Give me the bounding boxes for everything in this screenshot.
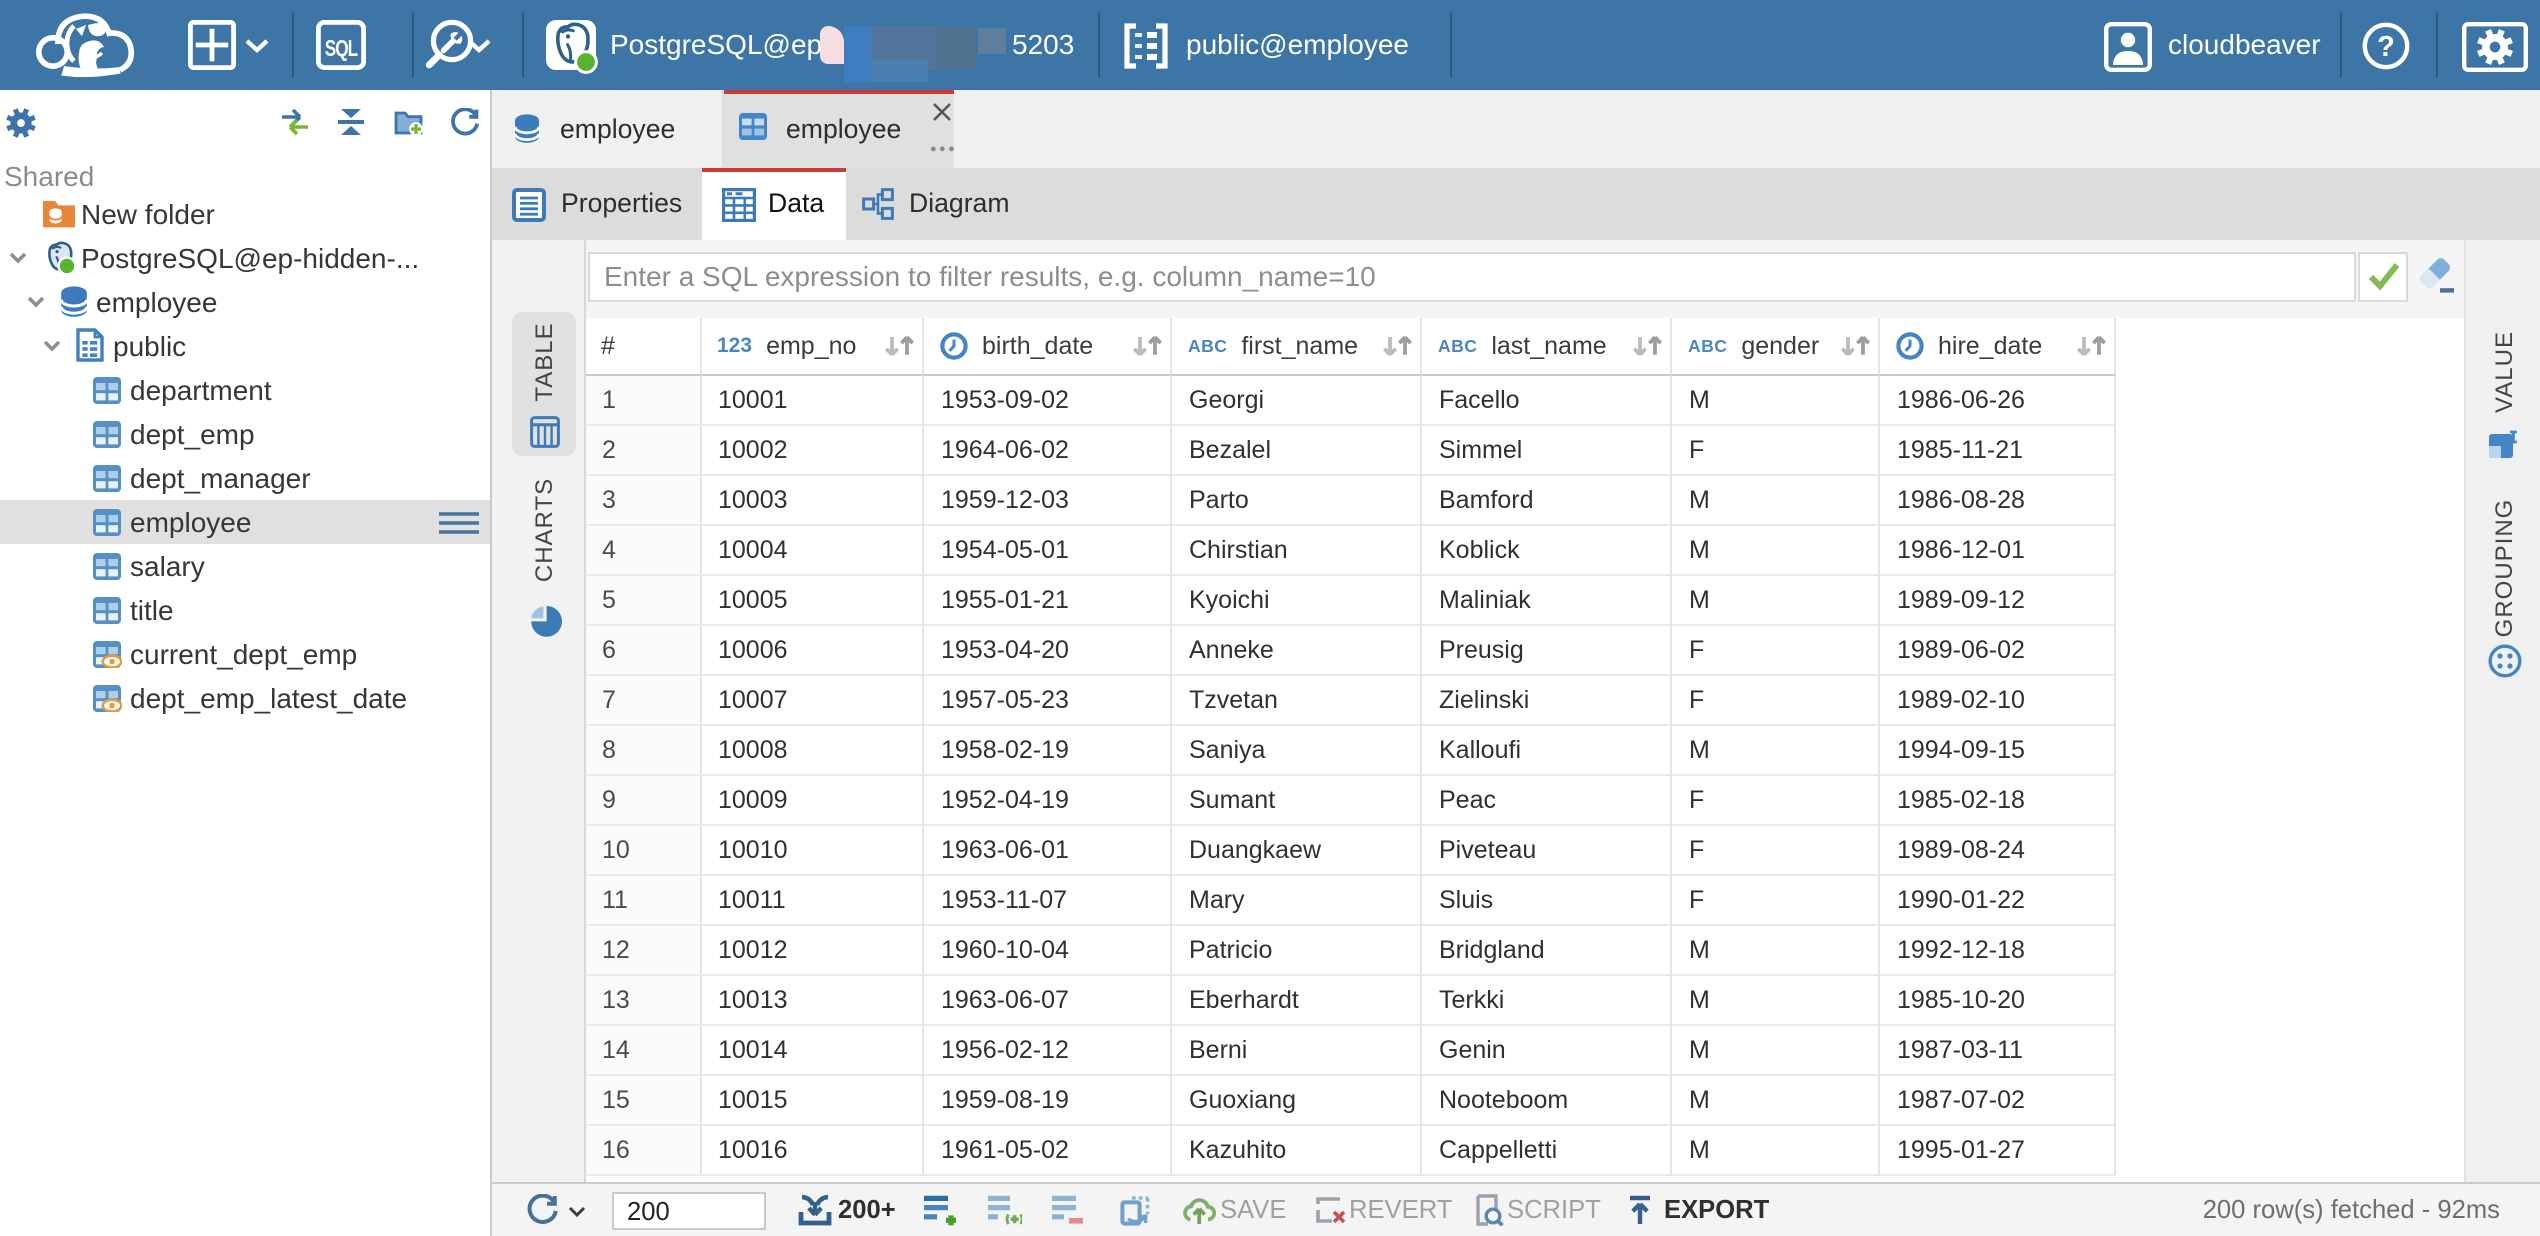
svg-text:SQL: SQL [325, 37, 358, 62]
svg-text:?: ? [2377, 30, 2395, 62]
